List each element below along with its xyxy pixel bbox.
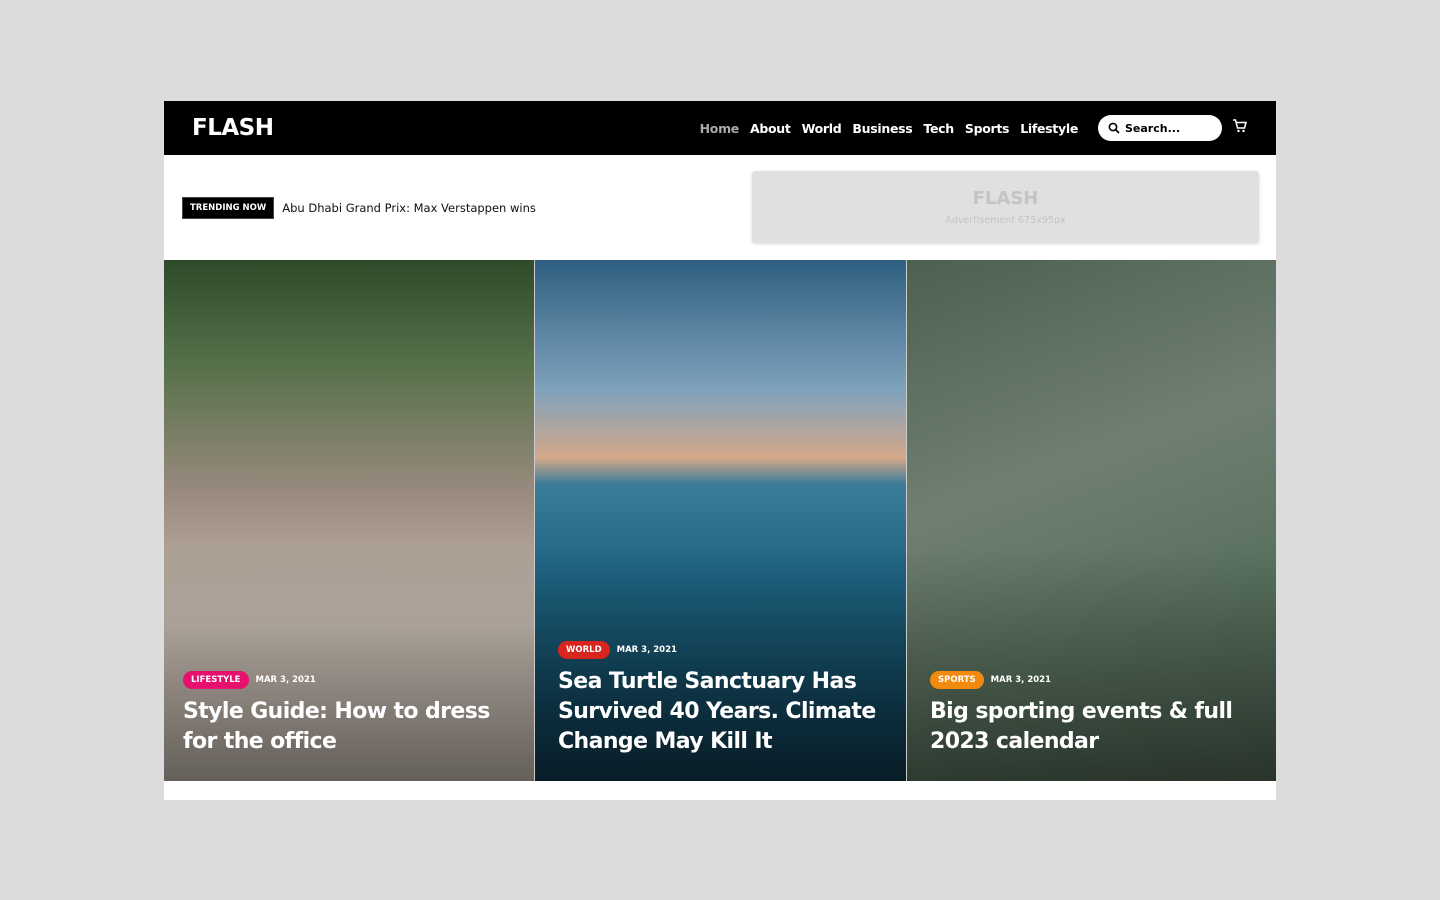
category-badge[interactable]: WORLD — [558, 641, 610, 659]
nav-world[interactable]: World — [802, 121, 842, 136]
post-date: MAR 3, 2021 — [255, 675, 316, 685]
post-date: MAR 3, 2021 — [990, 675, 1051, 685]
post-date: MAR 3, 2021 — [616, 645, 677, 655]
nav-home[interactable]: Home — [700, 121, 740, 136]
card-title[interactable]: Big sporting events & full 2023 calendar — [930, 697, 1256, 757]
nav-lifestyle[interactable]: Lifestyle — [1020, 121, 1078, 136]
main-menu: Home About World Business Tech Sports Li… — [700, 121, 1079, 136]
cart-icon[interactable] — [1232, 118, 1248, 138]
category-badge[interactable]: LIFESTYLE — [183, 671, 249, 689]
nav-tech[interactable]: Tech — [923, 121, 954, 136]
nav-about[interactable]: About — [750, 121, 791, 136]
top-nav: FLASH Home About World Business Tech Spo… — [164, 101, 1276, 155]
nav-business[interactable]: Business — [852, 121, 912, 136]
featured-card[interactable]: LIFESTYLE MAR 3, 2021 Style Guide: How to… — [164, 260, 534, 781]
trending-label: TRENDING NOW — [182, 196, 275, 219]
page: FLASH Home About World Business Tech Spo… — [164, 101, 1276, 800]
featured-grid: LIFESTYLE MAR 3, 2021 Style Guide: How to… — [164, 260, 1276, 781]
card-title[interactable]: Style Guide: How to dress for the office — [183, 697, 514, 757]
ad-logo: FLASH — [972, 188, 1039, 209]
divider — [164, 782, 1276, 800]
featured-card[interactable]: WORLD MAR 3, 2021 Sea Turtle Sanctuary Ha… — [534, 260, 907, 781]
logo[interactable]: FLASH — [192, 115, 274, 141]
nav-sports[interactable]: Sports — [965, 121, 1010, 136]
category-badge[interactable]: SPORTS — [930, 671, 984, 689]
search-icon — [1108, 122, 1120, 134]
featured-card[interactable]: SPORTS MAR 3, 2021 Big sporting events & … — [907, 260, 1276, 781]
advertisement[interactable]: FLASH Advertisement 675x95px — [752, 171, 1259, 243]
search-placeholder: Search... — [1125, 121, 1181, 135]
card-title[interactable]: Sea Turtle Sanctuary Has Survived 40 Yea… — [558, 667, 886, 757]
trending-headline[interactable]: Abu Dhabi Grand Prix: Max Verstappen win… — [282, 201, 536, 215]
trending-bar: TRENDING NOW Abu Dhabi Grand Prix: Max V… — [164, 155, 1276, 260]
ad-text: Advertisement 675x95px — [945, 215, 1066, 226]
search-input[interactable]: Search... — [1098, 115, 1222, 141]
